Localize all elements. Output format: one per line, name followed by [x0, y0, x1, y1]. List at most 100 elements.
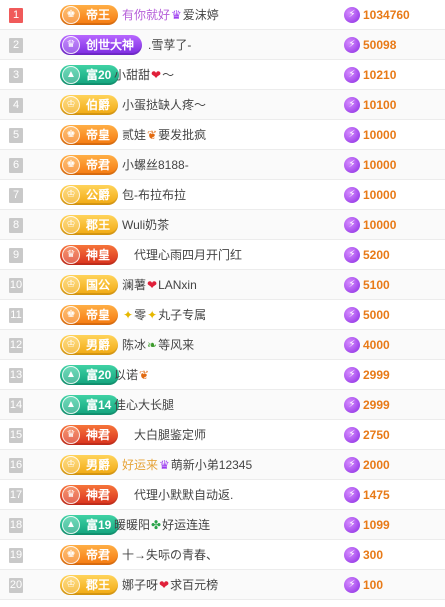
lightning-icon: ⚡	[344, 457, 360, 473]
rank-number: 1	[9, 8, 23, 23]
lightning-icon: ⚡	[344, 577, 360, 593]
user-name[interactable]: 小蛋挞缺人疼～	[122, 90, 206, 120]
rank-badge: ♔ 男爵	[60, 455, 119, 475]
rank-badge: ▲ 富19	[60, 515, 120, 535]
badge-emblem-icon: ♔	[62, 216, 80, 234]
rank-number: 2	[9, 38, 23, 53]
crown-icon: ♛	[171, 8, 182, 22]
badge-label: 郡王	[86, 218, 111, 232]
badge-emblem-icon: ♛	[62, 36, 80, 54]
table-row[interactable]: 2 ♛ 创世大神 .雪莩了- ⚡ 50098	[0, 30, 445, 60]
score: ⚡ 5200	[344, 240, 390, 270]
rank-badge: ♚ 帝王	[60, 5, 119, 25]
score: ⚡ 10000	[344, 180, 396, 210]
user-name-text: 佳心大长腿	[114, 398, 175, 412]
rank-number: 19	[9, 548, 23, 563]
user-name[interactable]: 陈冰❧等风来	[122, 330, 194, 360]
score: ⚡ 10210	[344, 60, 396, 90]
table-row[interactable]: 1 ♚ 帝王 有你就好♛爱沫婷 ⚡ 1034760	[0, 0, 445, 30]
user-name[interactable]: 代理小默默自动返.	[134, 480, 233, 510]
user-name[interactable]: Wuli奶茶	[122, 210, 169, 240]
table-row[interactable]: 13 ▲ 富20 以诺❦ ⚡ 2999	[0, 360, 445, 390]
rank-badge: ♚ 帝君	[60, 155, 119, 175]
heart-icon: ❤	[147, 278, 158, 292]
score-value: 2999	[363, 368, 390, 382]
table-row[interactable]: 18 ▲ 富19 暖暖阳✤好运连连 ⚡ 1099	[0, 510, 445, 540]
user-name[interactable]: 小螺丝8188-	[122, 150, 189, 180]
score-value: 2750	[363, 428, 390, 442]
user-name[interactable]: .雪莩了-	[148, 30, 191, 60]
lightning-icon: ⚡	[344, 187, 360, 203]
badge-label: 帝皇	[86, 308, 111, 322]
user-name[interactable]: ✦零✦丸子专属	[122, 300, 206, 330]
table-row[interactable]: 15 ♛ 神君 大白腿鉴定师 ⚡ 2750	[0, 420, 445, 450]
table-row[interactable]: 14 ▲ 富14 佳心大长腿 ⚡ 2999	[0, 390, 445, 420]
table-row[interactable]: 4 ♔ 伯爵 小蛋挞缺人疼～ ⚡ 10100	[0, 90, 445, 120]
rank-badge: ♛ 神皇	[60, 245, 119, 265]
lightning-icon: ⚡	[344, 367, 360, 383]
table-row[interactable]: 16 ♔ 男爵 好运来♛萌新小弟12345 ⚡ 2000	[0, 450, 445, 480]
rank-number: 13	[9, 368, 23, 383]
heart-icon: ❤	[151, 68, 162, 82]
rank-number: 6	[9, 158, 23, 173]
score-value: 2000	[363, 458, 390, 472]
table-row[interactable]: 5 ♚ 帝皇 贰娃❦要发批疯 ⚡ 10000	[0, 120, 445, 150]
user-name[interactable]: 暖暖阳✤好运连连	[114, 510, 210, 540]
table-row[interactable]: 9 ♛ 神皇 代理心雨四月开门红 ⚡ 5200	[0, 240, 445, 270]
score: ⚡ 1475	[344, 480, 390, 510]
lightning-icon: ⚡	[344, 487, 360, 503]
user-name[interactable]: 贰娃❦要发批疯	[122, 120, 206, 150]
table-row[interactable]: 6 ♚ 帝君 小螺丝8188- ⚡ 10000	[0, 150, 445, 180]
user-name[interactable]: 小甜甜❤～	[114, 60, 174, 90]
user-name[interactable]: 澜薯❤LANxin	[122, 270, 197, 300]
table-row[interactable]: 17 ♛ 神君 代理小默默自动返. ⚡ 1475	[0, 480, 445, 510]
sparkle-icon: ✦	[123, 308, 134, 322]
badge-label: 神君	[86, 428, 111, 442]
table-row[interactable]: 10 ♔ 国公 澜薯❤LANxin ⚡ 5100	[0, 270, 445, 300]
sparkle-icon: ✦	[147, 308, 158, 322]
user-name[interactable]: 大白腿鉴定师	[134, 420, 206, 450]
user-name[interactable]: 有你就好♛爱沫婷	[122, 0, 219, 30]
score-value: 10000	[363, 128, 397, 142]
rank-badge: ♛ 神君	[60, 425, 119, 445]
user-name-suffix: 萌新小弟12345	[170, 458, 253, 472]
rank-badge: ♛ 神君	[60, 485, 119, 505]
user-name[interactable]: 包-布拉布拉	[122, 180, 186, 210]
score-value: 10210	[363, 68, 397, 82]
score-value: 300	[363, 548, 384, 562]
rank-badge: ♔ 国公	[60, 275, 119, 295]
table-row[interactable]: 7 ♔ 公爵 包-布拉布拉 ⚡ 10000	[0, 180, 445, 210]
score-value: 2999	[363, 398, 390, 412]
rank-badge: ♔ 郡王	[60, 215, 119, 235]
table-row[interactable]: 20 ♔ 郡王 娜子呀❤求百元榜 ⚡ 100	[0, 570, 445, 600]
user-name[interactable]: 十→失呩の青春、	[122, 540, 218, 570]
table-row[interactable]: 11 ♚ 帝皇 ✦零✦丸子专属 ⚡ 5000	[0, 300, 445, 330]
user-name[interactable]: 以诺❦	[114, 360, 150, 390]
score: ⚡ 1034760	[344, 0, 410, 30]
score-value: 50098	[363, 38, 397, 52]
lightning-icon: ⚡	[344, 67, 360, 83]
table-row[interactable]: 12 ♔ 男爵 陈冰❧等风来 ⚡ 4000	[0, 330, 445, 360]
table-row[interactable]: 3 ▲ 富20 小甜甜❤～ ⚡ 10210	[0, 60, 445, 90]
lightning-icon: ⚡	[344, 247, 360, 263]
badge-label: 帝皇	[86, 128, 111, 142]
score: ⚡ 10000	[344, 210, 396, 240]
table-row[interactable]: 19 ♚ 帝君 十→失呩の青春、 ⚡ 300	[0, 540, 445, 570]
rank-badge: ♛ 创世大神	[60, 35, 143, 55]
user-name[interactable]: 娜子呀❤求百元榜	[122, 570, 218, 600]
clover-icon: ✤	[151, 518, 162, 532]
rank-badge: ♚ 帝皇	[60, 305, 119, 325]
user-name-text: Wuli奶茶	[122, 218, 170, 232]
score-value: 4000	[363, 338, 390, 352]
lightning-icon: ⚡	[344, 127, 360, 143]
badge-emblem-icon: ♚	[62, 306, 80, 324]
table-row[interactable]: 8 ♔ 郡王 Wuli奶茶 ⚡ 10000	[0, 210, 445, 240]
badge-emblem-icon: ♛	[62, 486, 80, 504]
user-name[interactable]: 佳心大长腿	[114, 390, 174, 420]
user-name[interactable]: 好运来♛萌新小弟12345	[122, 450, 252, 480]
score: ⚡ 2750	[344, 420, 390, 450]
user-name[interactable]: 代理心雨四月开门红	[134, 240, 242, 270]
score: ⚡ 2000	[344, 450, 390, 480]
user-name-suffix: 零	[134, 308, 147, 322]
lightning-icon: ⚡	[344, 157, 360, 173]
